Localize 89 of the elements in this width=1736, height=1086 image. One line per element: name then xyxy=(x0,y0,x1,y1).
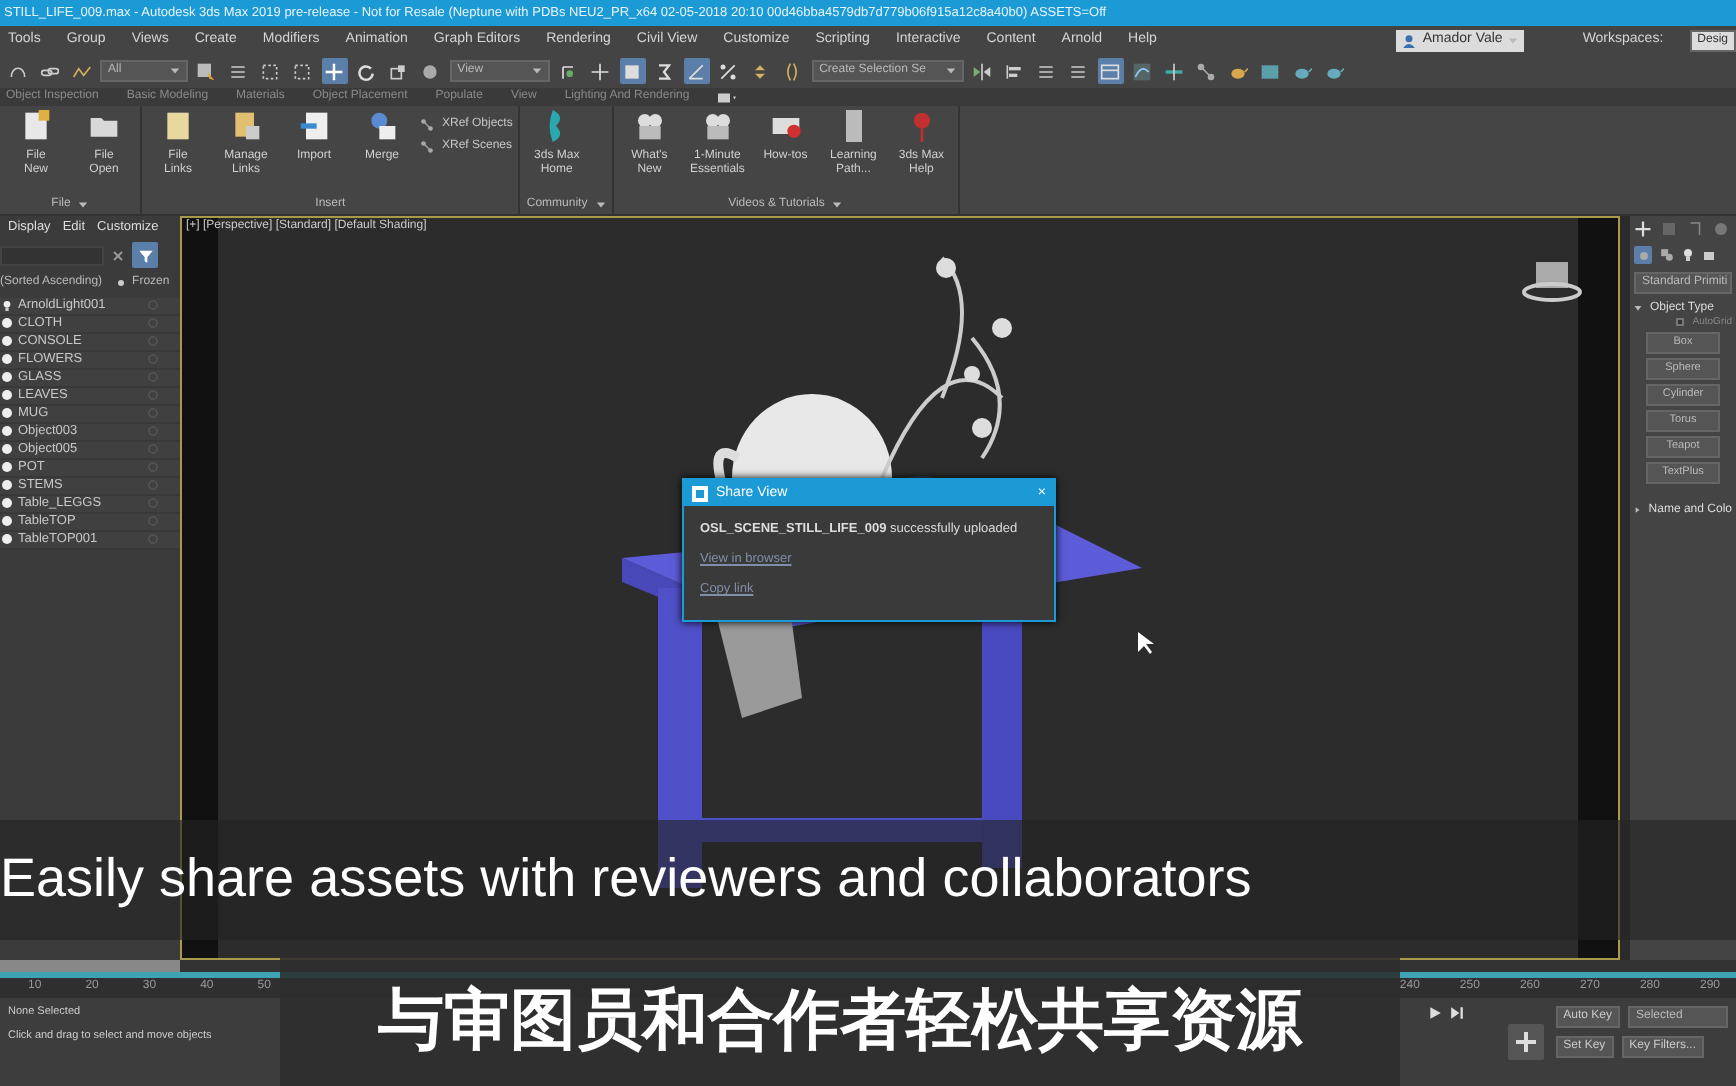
light-bulb-icon[interactable] xyxy=(1682,248,1694,262)
dot-icon xyxy=(2,462,12,473)
dot-icon xyxy=(118,279,125,286)
square-tool[interactable] xyxy=(619,58,646,84)
mouse-cursor-icon xyxy=(1138,632,1154,654)
caret-icon xyxy=(945,66,956,76)
nodes-icon xyxy=(420,140,434,154)
angle-snap-tool[interactable] xyxy=(683,58,710,84)
move-arrows-icon xyxy=(324,61,345,81)
film-reel-icon xyxy=(633,110,666,142)
film-reel-icon xyxy=(701,110,734,142)
schematic-icon xyxy=(1164,61,1185,81)
shapes-icon[interactable] xyxy=(1660,248,1674,262)
curve-editor-icon xyxy=(1132,61,1153,81)
snap-icon xyxy=(654,61,675,81)
cross-icon xyxy=(590,61,611,81)
dot-icon xyxy=(2,336,12,347)
sphere-icon xyxy=(420,61,441,81)
english-caption: Easily share assets with reviewers and collaborators xyxy=(0,850,1252,910)
pivot-icon xyxy=(558,61,579,81)
figure-icon xyxy=(548,110,565,142)
list-icon xyxy=(1068,61,1089,81)
import-icon xyxy=(298,110,330,142)
percent-snap-icon xyxy=(718,61,739,81)
light-bulb-icon xyxy=(2,299,12,312)
next-frame-icon[interactable] xyxy=(1449,1006,1464,1020)
dot-icon xyxy=(2,354,12,365)
hierarchy-icon[interactable] xyxy=(1686,220,1704,238)
dot-icon xyxy=(2,534,12,545)
dot-icon xyxy=(2,318,12,329)
dot-icon xyxy=(2,426,12,437)
rotate-icon xyxy=(356,61,377,81)
app-logo-icon xyxy=(692,485,708,501)
checkbox[interactable] xyxy=(1676,318,1685,327)
angle-snap-icon xyxy=(686,61,707,81)
chinese-caption: 与审图员和合作者轻松共享资源 xyxy=(378,984,1302,1058)
mirror-tool[interactable] xyxy=(969,58,996,84)
document-icon xyxy=(230,110,262,142)
square-icon xyxy=(622,61,643,81)
panel-icon xyxy=(1100,61,1121,81)
document-icon xyxy=(162,110,194,142)
cursor-box-tool[interactable] xyxy=(193,58,220,84)
scale-icon xyxy=(388,61,409,81)
caret-icon xyxy=(531,66,542,76)
caret-icon xyxy=(595,200,606,210)
ribbon-options-icon[interactable] xyxy=(717,91,736,103)
set-key-button[interactable] xyxy=(1507,1024,1544,1060)
dot-icon xyxy=(2,390,12,401)
curve-editor-tool[interactable] xyxy=(1129,58,1156,84)
dot-icon xyxy=(2,480,12,491)
caret-icon xyxy=(832,200,843,210)
mirror-icon xyxy=(972,61,993,81)
dot-icon xyxy=(2,498,12,509)
dot-icon xyxy=(2,408,12,419)
dot-icon xyxy=(2,444,12,455)
caret-icon xyxy=(78,200,89,210)
dot-icon xyxy=(2,372,12,383)
filter-button[interactable] xyxy=(132,242,158,269)
plus-icon[interactable] xyxy=(1634,220,1652,238)
cross-tool[interactable] xyxy=(587,58,614,84)
user-icon xyxy=(1402,33,1417,47)
viewcube-icon[interactable] xyxy=(1522,262,1582,302)
camera-icon[interactable] xyxy=(1702,249,1716,261)
funnel-icon xyxy=(137,247,153,264)
caret-icon xyxy=(169,66,180,76)
merge-icon xyxy=(366,110,398,142)
schematic-tool[interactable] xyxy=(1161,58,1188,84)
sphere-icon xyxy=(1637,249,1649,261)
dashed-square-icon xyxy=(260,61,281,81)
play-icon[interactable] xyxy=(1427,1006,1442,1020)
close-icon[interactable] xyxy=(112,249,124,262)
caret-icon xyxy=(1508,35,1519,45)
dashed-square-icon xyxy=(292,61,313,81)
wave-icon xyxy=(71,61,91,81)
align-icon xyxy=(1004,61,1025,81)
plus-icon xyxy=(1513,1030,1538,1054)
list-icon xyxy=(1036,61,1057,81)
bracket-icon xyxy=(782,61,803,81)
time-slider-thumb[interactable] xyxy=(0,960,180,972)
list-icon xyxy=(228,61,249,81)
document-icon xyxy=(20,110,52,142)
nodes-icon xyxy=(1196,61,1217,81)
move-arrows-tool[interactable] xyxy=(321,58,348,84)
dot-icon xyxy=(2,516,12,527)
cursor-box-icon xyxy=(196,61,217,81)
panel-tool[interactable] xyxy=(1097,58,1124,84)
nodes-icon xyxy=(420,118,434,132)
frame-icon xyxy=(1260,61,1281,81)
nodes-tool[interactable] xyxy=(1193,58,1220,84)
